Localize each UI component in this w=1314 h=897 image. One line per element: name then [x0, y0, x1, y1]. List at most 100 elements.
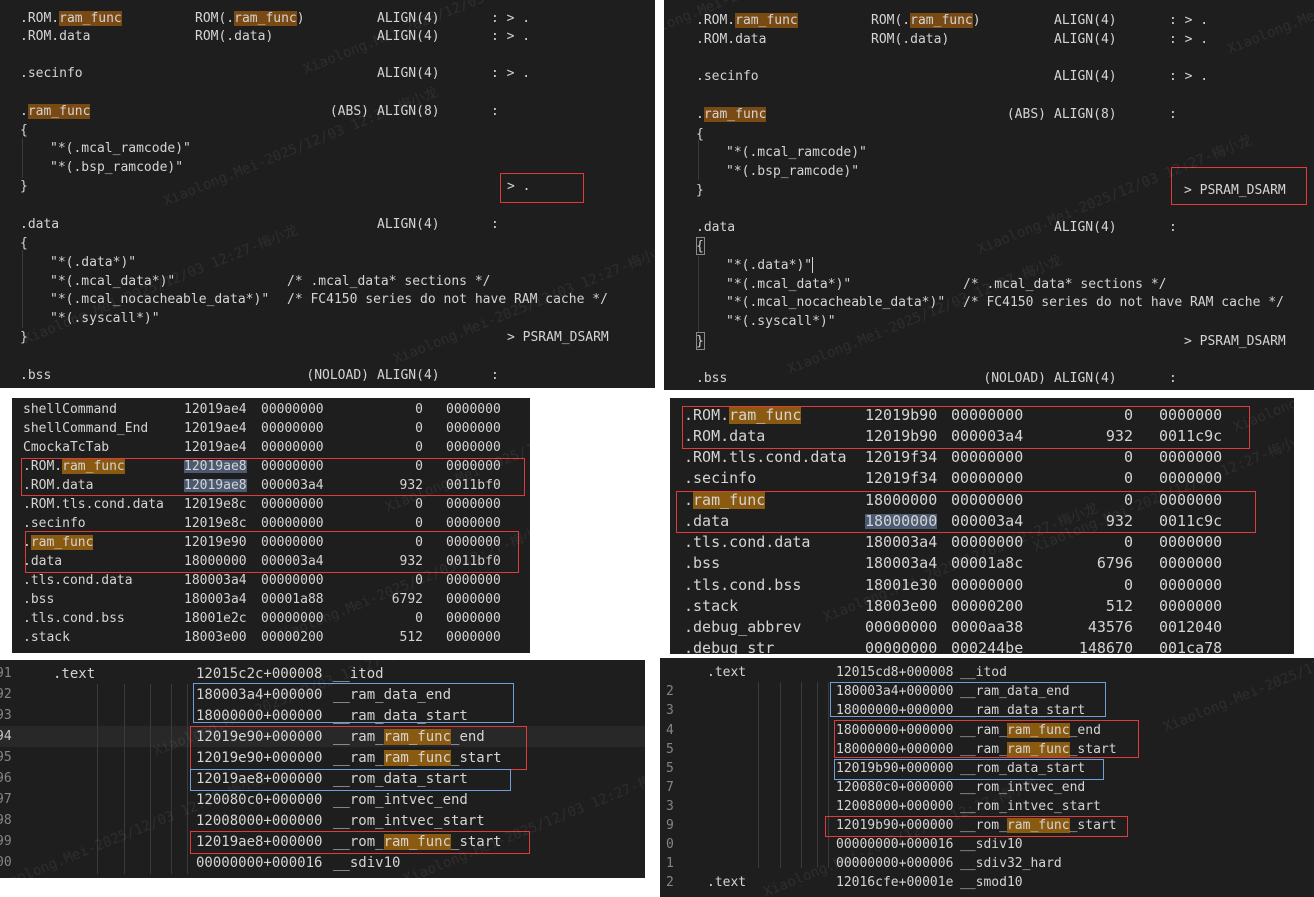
load-region: ROM(.data) — [871, 33, 949, 46]
symbol-name-text: __rom_intvec_end — [960, 780, 1086, 795]
section-size-hex: 00000000 — [951, 533, 1024, 551]
watermark-text: Xiaolong.Mei-2025/12/03 12:27-梅小龙 — [1161, 658, 1314, 736]
section-name-text: .ROM. — [20, 11, 60, 26]
load-region: ROM(.data) — [195, 30, 273, 43]
section-size-dec: 43576 — [1087, 618, 1133, 636]
load-region-highlight: ram_func — [234, 11, 297, 26]
rom-data-box — [834, 759, 1104, 780]
ram-data-box — [830, 682, 1106, 717]
section-name: .stack — [23, 630, 70, 645]
indent-guide — [97, 684, 98, 874]
section-size-dec: 0 — [415, 440, 423, 455]
indent-guide — [698, 140, 699, 180]
changed-region-highlight — [21, 458, 525, 496]
ram-data-box — [193, 683, 514, 723]
section-size-hex: 00000000 — [261, 440, 324, 455]
section-address: 12019e8c — [184, 516, 247, 531]
load-region-text: ROM(.data) — [871, 32, 950, 47]
close-brace: } — [696, 183, 704, 198]
comment: /* .mcal_data* sections */ — [287, 274, 491, 289]
input-section: "*(.bsp_ramcode)" — [50, 160, 184, 175]
section-name: .tls.cond.bss — [684, 576, 802, 594]
comment: /* FC4150 series do not have RAM cache *… — [287, 292, 608, 307]
section-name: .bss — [684, 554, 721, 572]
region-colon: : > . — [491, 66, 531, 81]
section-address: 180003a4 — [184, 592, 247, 607]
section-name-text: .bss — [696, 371, 728, 386]
input-section: "*(.mcal_nocacheable_data*)" — [726, 295, 946, 310]
symbol-name: __sdiv32_hard — [960, 857, 1062, 870]
section-size-hex: 00000000 — [951, 576, 1024, 594]
section-size-hex: 000244be — [951, 639, 1024, 655]
section-size-dec: 0 — [415, 402, 423, 417]
line-number: 4 — [666, 723, 674, 738]
input-section: "*(.mcal_ramcode)" — [726, 145, 867, 160]
rom-ram-func-box — [190, 831, 530, 854]
section-label: .text — [707, 665, 747, 680]
linker-script-pane-right: .ROM.ram_func ROM(.ram_func) ALIGN(4) : > .… — [664, 0, 1314, 390]
section-size-dec: 0 — [1123, 576, 1133, 594]
symbol-address: 12015c2c+000008 — [196, 666, 323, 682]
section-name-text: .bss — [20, 368, 52, 383]
line-number: 91 — [0, 666, 12, 681]
section-size-dec: 512 — [399, 630, 423, 645]
section-name-highlight: ram_func — [735, 13, 798, 28]
section-size-hex: 00001a8c — [951, 554, 1024, 572]
input-section: "*(.syscall*)" — [726, 314, 836, 329]
line-number: 2 — [666, 684, 674, 699]
section-name: .tls.cond.data — [23, 573, 133, 588]
symbol-name: __rom_intvec_end — [960, 781, 1085, 794]
region-colon: : — [491, 368, 499, 383]
input-section: "*(.mcal_ramcode)" — [50, 141, 191, 156]
indent-guide — [801, 682, 802, 868]
region-colon: : — [1169, 371, 1177, 386]
symbol-name: __smod10 — [960, 876, 1023, 889]
section-name-text: .data — [20, 217, 60, 232]
section-address: 18003e00 — [184, 630, 247, 645]
region-colon: : — [1169, 107, 1177, 122]
load-region: ROM(.ram_func) — [195, 11, 305, 26]
file-offset: 0000000 — [446, 611, 501, 626]
section-name: .secinfo — [684, 469, 757, 487]
indent-guide — [780, 682, 781, 868]
symbol-name-text: __smod10 — [960, 875, 1023, 890]
section-name-text: .ROM. — [696, 13, 736, 28]
region-colon: : > . — [1169, 32, 1209, 47]
comment: /* FC4150 series do not have RAM cache *… — [963, 295, 1284, 310]
section-type: (NOLOAD) — [306, 368, 369, 383]
align-directive: ALIGN(4) — [1054, 13, 1117, 28]
indent-guide — [698, 256, 699, 332]
section-name: .secinfo — [23, 516, 86, 531]
linker-script-pane-left: .ROM. ram_func ROM(.ram_func) ALIGN(4) : > .… — [0, 0, 655, 388]
align-directive: ALIGN(4) — [377, 217, 440, 232]
symbol-address: 120080c0+000000 — [196, 792, 323, 808]
section-size-hex: 00000000 — [261, 573, 324, 588]
load-region: ROM(.ram_func) — [871, 13, 981, 28]
section-label: .text — [53, 666, 96, 682]
load-region-text: ROM(.data) — [195, 29, 274, 44]
section-size-dec: 0 — [415, 611, 423, 626]
section-address: 12019f34 — [865, 469, 938, 487]
section-address: 180003a4 — [865, 533, 938, 551]
input-section: "*(.mcal_data*)" — [726, 277, 852, 292]
indent-guide — [22, 138, 23, 178]
memory-region-target: > PSRAM_DSARM — [507, 330, 609, 345]
symbol-name-text: __itod — [960, 665, 1007, 680]
memory-region-target: > PSRAM_DSARM — [1184, 334, 1286, 349]
section-address: 18003e00 — [865, 597, 938, 615]
section-name: .stack — [684, 597, 739, 615]
section-name: .secinfo — [20, 67, 83, 80]
indent-guide — [828, 682, 829, 868]
section-address: 180003a4 — [184, 573, 247, 588]
section-size-hex: 00000000 — [261, 611, 324, 626]
align-directive: ALIGN(4) — [1054, 220, 1117, 235]
open-brace: { — [20, 123, 28, 138]
rom-ram-func-box — [825, 816, 1128, 837]
region-colon: : — [491, 217, 499, 232]
ram-func-box — [190, 726, 527, 770]
file-offset: 0000000 — [446, 592, 501, 607]
file-offset: 0000000 — [446, 440, 501, 455]
section-name: .debug_str — [684, 639, 775, 655]
section-address: 12019e8c — [184, 497, 247, 512]
section-address: 12019f34 — [865, 448, 938, 466]
